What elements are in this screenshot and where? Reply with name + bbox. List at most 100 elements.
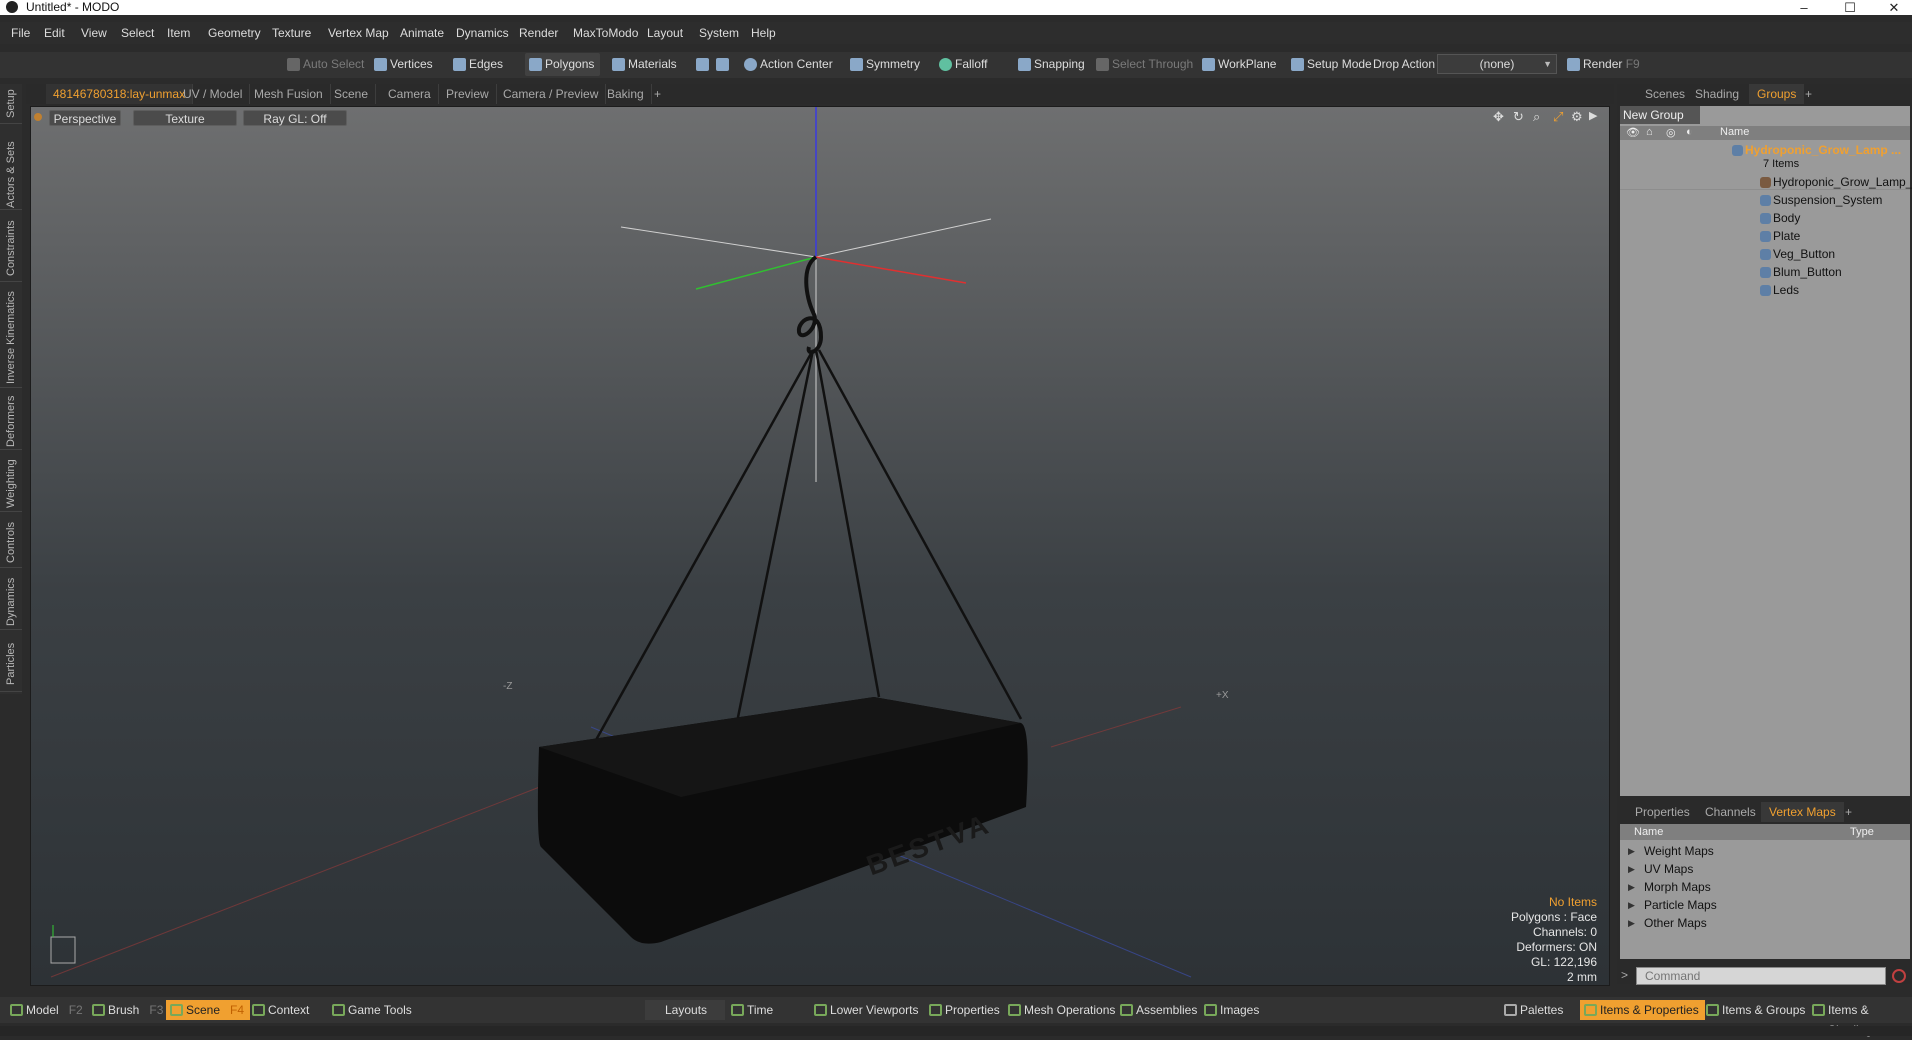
expand-arrow-icon[interactable]: ▶: [1589, 109, 1597, 122]
viewport-menu-icon[interactable]: [34, 113, 42, 121]
drop-action-select[interactable]: (none) ▼: [1437, 54, 1557, 74]
list-item[interactable]: Plate: [1760, 228, 1800, 244]
tab-camera[interactable]: Camera: [381, 84, 439, 104]
list-item[interactable]: ▶ Morph Maps: [1628, 878, 1711, 896]
tab-weighting[interactable]: Weighting: [0, 456, 22, 512]
tab-vertex-maps[interactable]: Vertex Maps: [1761, 802, 1844, 822]
menu-layout[interactable]: Layout: [647, 25, 683, 41]
auto-select-button[interactable]: Auto Select: [283, 53, 364, 76]
tab-preview[interactable]: Preview: [439, 84, 497, 104]
tab-actors-sets[interactable]: Actors & Sets: [0, 140, 22, 210]
model-button[interactable]: Model F2: [6, 1000, 83, 1020]
list-item[interactable]: Body: [1760, 210, 1800, 226]
setup-mode-button[interactable]: Setup Mode: [1287, 53, 1372, 76]
tab-constraints[interactable]: Constraints: [0, 216, 22, 282]
new-group-button[interactable]: New Group: [1620, 106, 1700, 124]
maximize-button[interactable]: ☐: [1832, 0, 1868, 15]
render-button[interactable]: Render F9: [1563, 53, 1640, 76]
menu-item[interactable]: Item: [167, 25, 190, 41]
tab-mesh-fusion[interactable]: Mesh Fusion: [247, 84, 331, 104]
fit-icon[interactable]: ⤢: [1553, 109, 1563, 125]
add-right-tab-button[interactable]: +: [1797, 84, 1820, 104]
gear-icon[interactable]: ⚙: [1571, 109, 1583, 125]
raygl-button[interactable]: Ray GL: Off: [243, 110, 347, 126]
tab-shading[interactable]: Shading: [1687, 84, 1747, 104]
zoom-icon[interactable]: ⌕: [1533, 109, 1540, 125]
workplane-button[interactable]: WorkPlane: [1198, 53, 1276, 76]
menu-texture[interactable]: Texture: [272, 25, 311, 41]
list-item[interactable]: ▶ UV Maps: [1628, 860, 1693, 878]
tab-channels[interactable]: Channels: [1697, 802, 1764, 822]
layouts-button[interactable]: Layouts: [645, 1000, 725, 1020]
menu-edit[interactable]: Edit: [44, 25, 65, 41]
shading-mode-button[interactable]: Texture: [133, 110, 237, 126]
view-mode-button[interactable]: Perspective: [49, 110, 121, 126]
properties-button[interactable]: Properties: [925, 1000, 1000, 1020]
list-item[interactable]: Blum_Button: [1760, 264, 1842, 280]
tab-properties[interactable]: Properties: [1627, 802, 1698, 822]
items-groups-button[interactable]: Items & Groups: [1702, 1000, 1805, 1020]
element-mode-button[interactable]: [692, 53, 712, 76]
add-lower-tab-button[interactable]: +: [1837, 802, 1860, 822]
list-item[interactable]: ▶ Weight Maps: [1628, 842, 1714, 860]
list-item[interactable]: ▶ Particle Maps: [1628, 896, 1717, 914]
item-mode-button[interactable]: [712, 53, 732, 76]
menu-dynamics[interactable]: Dynamics: [456, 25, 509, 41]
context-button[interactable]: Context: [248, 1000, 309, 1020]
tab-deformers[interactable]: Deformers: [0, 394, 22, 450]
menu-file[interactable]: File: [11, 25, 30, 41]
menu-animate[interactable]: Animate: [400, 25, 444, 41]
tab-particles[interactable]: Particles: [0, 636, 22, 692]
palettes-button[interactable]: Palettes: [1500, 1000, 1563, 1020]
pan-icon[interactable]: ✥: [1493, 109, 1504, 125]
materials-button[interactable]: Materials: [608, 53, 677, 76]
minimize-button[interactable]: –: [1786, 0, 1822, 15]
menu-maxtomodo[interactable]: MaxToModo: [573, 25, 638, 41]
brush-button[interactable]: Brush F3: [88, 1000, 163, 1020]
menu-geometry[interactable]: Geometry: [208, 25, 261, 41]
images-button[interactable]: Images: [1200, 1000, 1259, 1020]
game-tools-button[interactable]: Game Tools: [328, 1000, 412, 1020]
edges-button[interactable]: Edges: [449, 53, 503, 76]
list-item[interactable]: Hydroponic_Grow_Lamp_B ...: [1760, 174, 1912, 190]
tab-controls[interactable]: Controls: [0, 518, 22, 568]
list-item[interactable]: ▶ Other Maps: [1628, 914, 1707, 932]
list-item[interactable]: Suspension_System: [1760, 192, 1882, 208]
items-shading-button[interactable]: Items & Shading: [1808, 1000, 1912, 1037]
list-item[interactable]: Veg_Button: [1760, 246, 1835, 262]
action-center-button[interactable]: Action Center: [740, 53, 833, 76]
tab-layout-unmax[interactable]: 48146780318:lay-unmax: [46, 84, 194, 104]
tab-dynamics[interactable]: Dynamics: [0, 574, 22, 630]
tab-uv-model[interactable]: UV / Model: [176, 84, 251, 104]
vertices-button[interactable]: Vertices: [370, 53, 433, 76]
tab-scenes[interactable]: Scenes: [1637, 84, 1693, 104]
falloff-button[interactable]: Falloff: [935, 53, 987, 76]
polygons-button[interactable]: Polygons: [525, 53, 601, 76]
rotate-icon[interactable]: ↻: [1513, 109, 1524, 125]
scene-button[interactable]: Scene F4: [166, 1000, 251, 1020]
symmetry-button[interactable]: Symmetry: [846, 53, 920, 76]
record-icon[interactable]: [1892, 969, 1906, 983]
select-through-button[interactable]: Select Through: [1092, 53, 1193, 76]
assemblies-button[interactable]: Assemblies: [1116, 1000, 1197, 1020]
items-properties-button[interactable]: Items & Properties: [1580, 1000, 1705, 1020]
menu-view[interactable]: View: [81, 25, 107, 41]
menu-system[interactable]: System: [699, 25, 739, 41]
tab-inverse-kinematics[interactable]: Inverse Kinematics: [0, 288, 22, 388]
tab-scene[interactable]: Scene: [327, 84, 377, 104]
3d-viewport[interactable]: BESTVA -Z +X Perspective Texture Ray GL:…: [30, 106, 1610, 986]
tab-camera-preview[interactable]: Camera / Preview: [496, 84, 607, 104]
menu-render[interactable]: Render: [519, 25, 558, 41]
add-tab-button[interactable]: +: [647, 84, 668, 104]
command-input[interactable]: [1636, 967, 1886, 985]
snapping-button[interactable]: Snapping: [1014, 53, 1085, 76]
menu-vertex-map[interactable]: Vertex Map: [328, 25, 389, 41]
list-item[interactable]: Leds: [1760, 282, 1799, 298]
lower-viewports-button[interactable]: Lower Viewports: [810, 1000, 919, 1020]
tab-baking[interactable]: Baking: [600, 84, 652, 104]
menu-select[interactable]: Select: [121, 25, 154, 41]
close-button[interactable]: ✕: [1876, 0, 1912, 15]
menu-help[interactable]: Help: [751, 25, 776, 41]
tab-setup[interactable]: Setup: [0, 84, 22, 124]
mesh-operations-button[interactable]: Mesh Operations: [1004, 1000, 1115, 1020]
